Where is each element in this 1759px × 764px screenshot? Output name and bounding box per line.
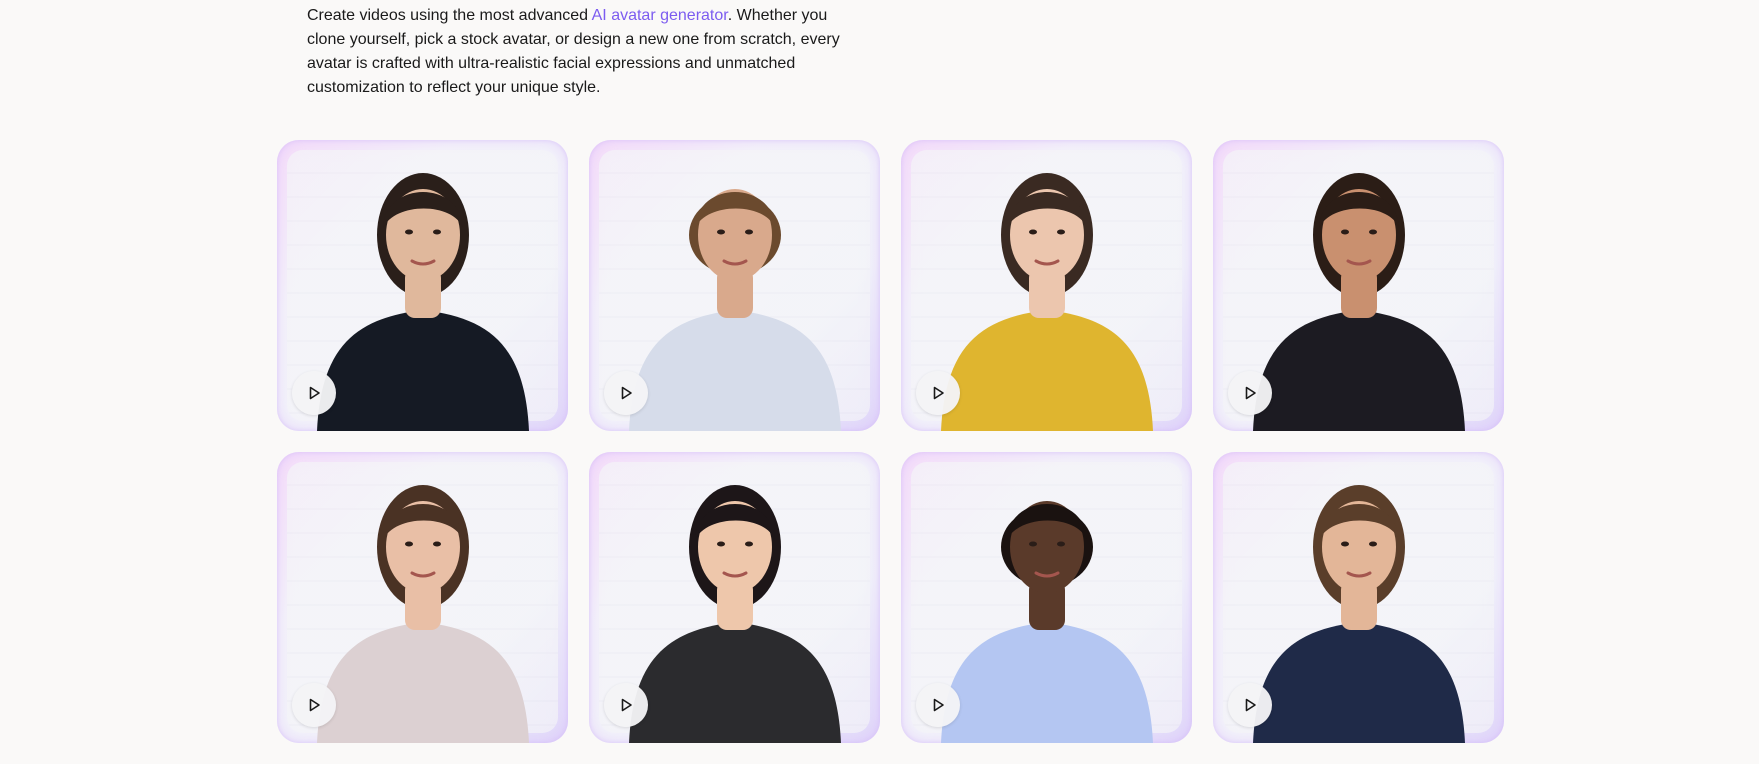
avatar-card[interactable] [1213,452,1504,743]
play-button[interactable] [916,683,960,727]
avatar-card[interactable] [901,452,1192,743]
play-icon [933,698,944,712]
intro-text-start: Create videos using the most advanced [307,7,592,24]
avatar-card[interactable] [277,452,568,743]
avatar-card[interactable] [1213,140,1504,431]
play-button[interactable] [916,371,960,415]
play-button[interactable] [292,683,336,727]
avatar-grid [277,140,1504,743]
avatar-card[interactable] [589,140,880,431]
play-button[interactable] [604,371,648,415]
avatar-card[interactable] [589,452,880,743]
intro-paragraph: Create videos using the most advanced AI… [307,4,867,100]
play-icon [933,386,944,400]
play-icon [309,386,320,400]
avatar-card[interactable] [277,140,568,431]
play-button[interactable] [1228,371,1272,415]
play-icon [621,698,632,712]
play-icon [309,698,320,712]
play-icon [1245,386,1256,400]
play-button[interactable] [1228,683,1272,727]
ai-avatar-generator-link[interactable]: AI avatar generator [592,7,728,24]
play-button[interactable] [604,683,648,727]
play-button[interactable] [292,371,336,415]
avatar-card[interactable] [901,140,1192,431]
play-icon [1245,698,1256,712]
play-icon [621,386,632,400]
